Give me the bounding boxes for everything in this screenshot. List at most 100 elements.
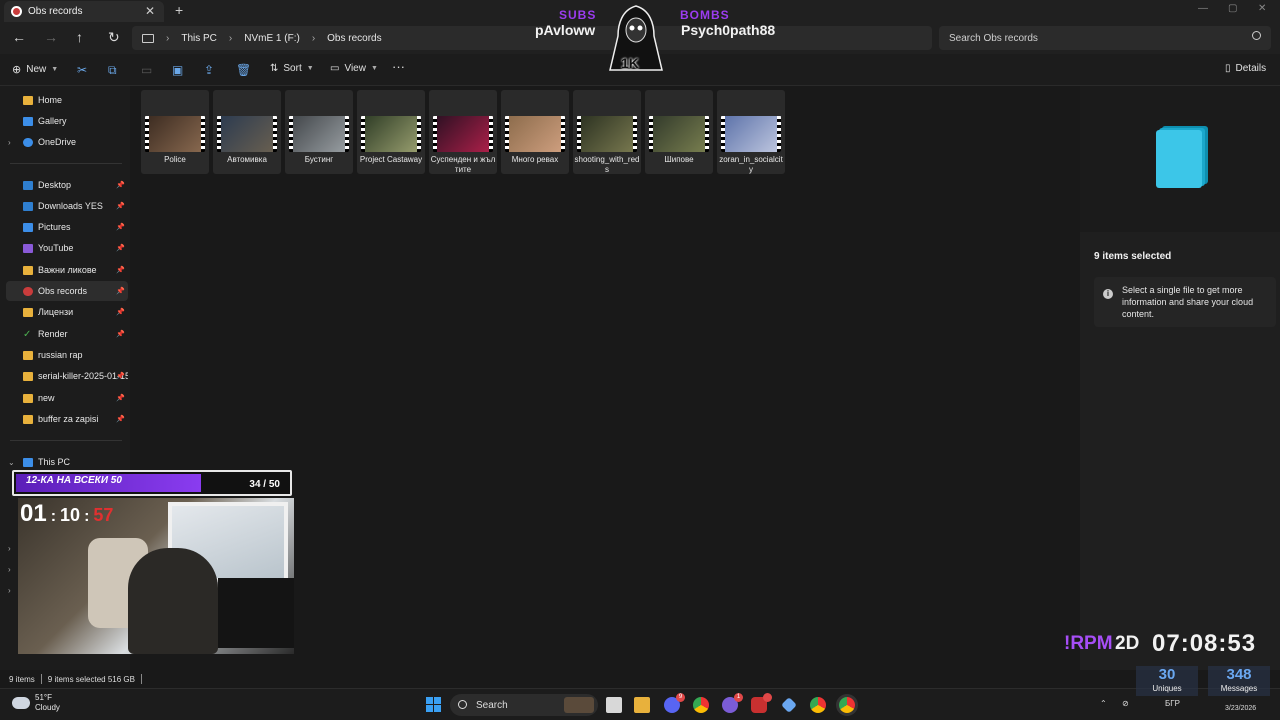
sidebar-item-youtube[interactable]: YouTube 📌 [6, 238, 128, 258]
sidebar-item-onedrive[interactable]: OneDrive [6, 132, 128, 152]
sub-goal-bar: 12-КА НА ВСЕКИ 50 34 / 50 [12, 470, 292, 496]
sidebar-item-gallery[interactable]: Gallery [6, 111, 128, 131]
file-item[interactable]: Бустинг [285, 90, 353, 174]
file-item[interactable]: zoran_in_socialcity [717, 90, 785, 174]
weather-widget[interactable]: 51°F Cloudy [12, 693, 60, 713]
pin-icon: 📌 [116, 203, 125, 210]
new-tab-button[interactable]: + [175, 2, 183, 18]
task-view-icon[interactable] [606, 697, 622, 713]
file-explorer-icon[interactable] [634, 697, 650, 713]
sort-button[interactable]: ⇅ Sort ▼ [270, 63, 314, 74]
divider [40, 674, 42, 684]
pin-icon: 📌 [116, 395, 125, 402]
search-input[interactable]: Search Obs records [939, 26, 1271, 50]
chrome-icon[interactable] [693, 697, 709, 713]
taskbar-date[interactable]: 3/23/2026 [1225, 705, 1256, 712]
divider [140, 674, 142, 684]
sidebar-item-obs-records[interactable]: Obs records 📌 [6, 281, 128, 301]
obs-icon [11, 6, 22, 17]
file-item[interactable]: shooting_with_reds [573, 90, 641, 174]
app-diamond-icon[interactable] [781, 697, 797, 713]
delete-icon[interactable]: 🗑 [236, 63, 251, 77]
network-icon[interactable]: ⊘ [1122, 699, 1129, 708]
chevron-up-icon[interactable]: ⌃ [1100, 699, 1107, 708]
sidebar-item-this-pc[interactable]: This PC [6, 452, 128, 472]
maximize-button[interactable]: ▢ [1228, 3, 1237, 14]
file-item[interactable]: Project Castaway [357, 90, 425, 174]
app-icon[interactable] [751, 693, 772, 713]
chrome-active-icon[interactable] [839, 697, 855, 713]
view-button[interactable]: ▭ View ▼ [330, 63, 378, 74]
new-button[interactable]: ⊕ New ▼ [12, 63, 58, 76]
sidebar-item-russian-rap[interactable]: russian rap [6, 345, 128, 365]
sidebar-item-home[interactable]: Home [6, 90, 128, 110]
copy-icon[interactable]: ⧉ [108, 63, 117, 78]
sidebar-item-buffer[interactable]: buffer za zapisi 📌 [6, 409, 128, 429]
file-item[interactable]: Суспенден и жълтите [429, 90, 497, 174]
close-tab-icon[interactable]: ✕ [145, 4, 155, 18]
sidebar-item-licenses[interactable]: Лицензи 📌 [6, 302, 128, 322]
sidebar-item-important[interactable]: Важни ликове 📌 [6, 260, 128, 280]
folder-icon [23, 393, 33, 403]
info-card: i Select a single file to get more infor… [1094, 277, 1276, 327]
taskbar-search[interactable]: Search [450, 694, 598, 716]
sidebar-item-downloads[interactable]: Downloads YES 📌 [6, 196, 128, 216]
viber-icon[interactable]: 1 [722, 693, 743, 713]
sidebar-item-render[interactable]: ✓ Render 📌 [6, 324, 128, 344]
sidebar-item-label: This PC [38, 457, 71, 467]
file-item[interactable]: Много ревах [501, 90, 569, 174]
paste-icon[interactable]: ▭ [141, 63, 152, 77]
check-icon: ✓ [23, 328, 32, 340]
sidebar-item-pictures[interactable]: Pictures 📌 [6, 217, 128, 237]
video-thumbnail [217, 116, 277, 152]
sort-icon: ⇅ [270, 63, 279, 74]
more-button[interactable]: ··· [392, 59, 405, 74]
sub-goal-count: 34 / 50 [249, 479, 280, 490]
weather-desc: Cloudy [35, 703, 60, 712]
pin-icon: 📌 [116, 416, 125, 423]
notification-badge [763, 693, 772, 702]
chevron-right-icon[interactable]: › [8, 565, 11, 574]
close-window-button[interactable]: ✕ [1258, 3, 1266, 14]
overlay-bombs-label: BOMBS [680, 8, 730, 22]
discord-icon[interactable]: 9 [664, 693, 685, 713]
video-thumbnail [505, 116, 565, 152]
chevron-right-icon[interactable]: › [8, 586, 11, 595]
windows-start-icon[interactable] [426, 697, 441, 712]
rename-icon[interactable]: ▣ [172, 63, 183, 77]
details-label: Details [1235, 63, 1267, 74]
language-indicator[interactable]: БГР [1165, 699, 1180, 708]
forward-button[interactable]: → [44, 30, 58, 44]
up-button[interactable]: ↑ [76, 30, 83, 44]
sidebar-item-serial-killer[interactable]: serial-killer-2025-01-15 📌 [6, 366, 128, 386]
breadcrumb-this-pc[interactable]: This PC [181, 33, 217, 44]
file-item[interactable]: Police [141, 90, 209, 174]
minimize-button[interactable]: — [1198, 3, 1208, 14]
sidebar-item-desktop[interactable]: Desktop 📌 [6, 175, 128, 195]
sidebar-item-new[interactable]: new 📌 [6, 388, 128, 408]
breadcrumb-folder[interactable]: Obs records [327, 33, 381, 44]
address-bar[interactable]: › This PC › NVmE 1 (F:) › Obs records [132, 26, 932, 50]
video-thumbnail [577, 116, 637, 152]
video-thumbnail [145, 116, 205, 152]
back-button[interactable]: ← [12, 30, 26, 44]
refresh-button[interactable]: ↻ [108, 30, 120, 44]
sidebar-item-label: Pictures [38, 222, 71, 232]
sidebar-item-label: Desktop [38, 180, 72, 190]
multiple-files-icon [1156, 126, 1208, 190]
tab-obs-records[interactable]: Obs records ✕ [4, 1, 164, 22]
file-item[interactable]: Автомивка [213, 90, 281, 174]
notification-badge: 1 [734, 693, 743, 702]
cut-icon[interactable]: ✂ [77, 63, 87, 77]
youtube-icon [23, 243, 33, 253]
file-item[interactable]: Шипове [645, 90, 713, 174]
sidebar-item-label: OneDrive [38, 137, 77, 147]
chrome-profile-icon[interactable] [810, 697, 826, 713]
sidebar-item-label: serial-killer-2025-01-15 [38, 371, 128, 381]
desktop-icon [23, 180, 33, 190]
details-button[interactable]: ▯ Details [1225, 63, 1266, 74]
chevron-right-icon[interactable]: › [8, 544, 11, 553]
share-icon[interactable]: ⇪ [204, 63, 214, 77]
breadcrumb-drive[interactable]: NVmE 1 (F:) [244, 33, 300, 44]
file-name: Много ревах [511, 155, 559, 164]
